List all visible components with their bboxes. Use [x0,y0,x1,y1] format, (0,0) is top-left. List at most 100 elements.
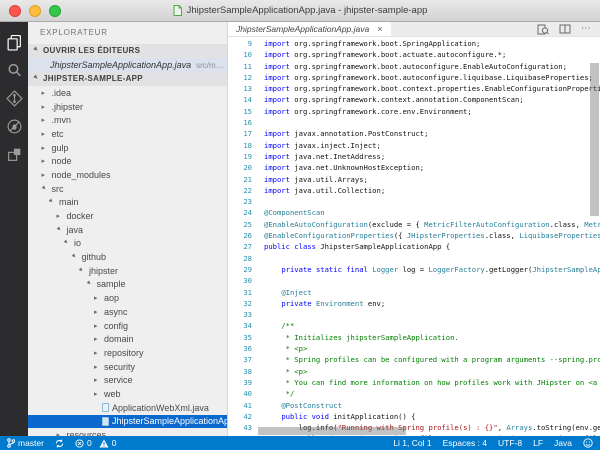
tree-item-label: sample [97,279,126,289]
chevron-collapsed-icon: ▸ [42,144,49,152]
source-control-icon[interactable] [0,84,28,112]
line-number: 33 [232,309,252,320]
tree-item--jhipster[interactable]: ▸.jhipster [28,100,227,114]
eol-indicator[interactable]: LF [533,438,543,448]
tree-item-java[interactable]: ▸java [28,223,227,237]
tree-item-label: src [52,184,64,194]
line-number: 35 [232,332,252,343]
code-line-16: 16 [228,117,600,128]
sidebar-explorer: EXPLORATEUR ▸ OUVRIR LES ÉDITEURS Jhipst… [28,22,228,436]
tree-item--mvn[interactable]: ▸.mvn [28,113,227,127]
tree-item-sample[interactable]: ▸sample [28,278,227,292]
project-section-header[interactable]: ▸ JHIPSTER-SAMPLE-APP [28,72,227,86]
line-number: 23 [232,196,252,207]
tree-item-aop[interactable]: ▸aop [28,291,227,305]
tree-item-async[interactable]: ▸async [28,305,227,319]
code-line-17: 17import javax.annotation.PostConstruct; [228,128,600,139]
code-line-22: 22import java.util.Collection; [228,185,600,196]
tree-item-main[interactable]: ▸main [28,196,227,210]
status-bar: master 0 [0,436,600,450]
tree-item-jhipster[interactable]: ▸jhipster [28,264,227,278]
chevron-expanded-icon: ▸ [47,197,58,208]
line-number: 9 [232,38,252,49]
chevron-collapsed-icon: ▸ [42,171,49,179]
error-icon [75,439,84,448]
tree-item-domain[interactable]: ▸domain [28,332,227,346]
tree-item-label: domain [104,334,134,344]
tree-item-resources[interactable]: ▸resources [28,428,227,436]
close-window-button[interactable] [9,5,21,17]
chevron-expanded-icon: ▸ [70,252,81,263]
problems-indicator[interactable]: 0 0 [75,438,116,448]
tree-item-config[interactable]: ▸config [28,319,227,333]
tree-item-node-modules[interactable]: ▸node_modules [28,168,227,182]
code-line-20: 20import java.net.UnknownHostException; [228,162,600,173]
feedback-smiley-icon[interactable] [583,438,593,448]
line-number: 24 [232,207,252,218]
title-bar: JhipsterSampleApplicationApp.java - jhip… [0,0,600,22]
editor-group: JhipsterSampleApplicationApp.java × [228,22,600,436]
code-line-32: 32 private Environment env; [228,298,600,309]
file-proxy-icon [173,5,182,16]
chevron-collapsed-icon: ▸ [94,376,101,384]
line-number: 20 [232,162,252,173]
tree-item-label: security [104,362,135,372]
tree-item-io[interactable]: ▸io [28,237,227,251]
tree-item-etc[interactable]: ▸etc [28,127,227,141]
tree-item-web[interactable]: ▸web [28,387,227,401]
chevron-collapsed-icon: ▸ [94,322,101,330]
search-icon[interactable] [0,56,28,84]
open-editor-item[interactable]: JhipsterSampleApplicationApp.javasrc/m… [28,58,227,72]
line-number: 36 [232,343,252,354]
tree-item-applicationwebxml-java[interactable]: ApplicationWebXml.java [28,401,227,415]
chevron-expanded-icon: ▸ [55,224,66,235]
horizontal-scrollbar[interactable] [258,427,406,435]
tree-item-node[interactable]: ▸node [28,154,227,168]
code-editor[interactable]: 9import org.springframework.boot.SpringA… [228,37,600,436]
cursor-position-indicator[interactable]: Li 1, Col 1 [393,438,431,448]
tree-item--idea[interactable]: ▸.idea [28,86,227,100]
line-number: 43 [232,422,252,433]
explorer-icon[interactable] [0,28,28,56]
line-number: 10 [232,49,252,60]
tree-item-repository[interactable]: ▸repository [28,346,227,360]
tree-item-src[interactable]: ▸src [28,182,227,196]
chevron-collapsed-icon: ▸ [42,130,49,138]
tree-item-label: web [104,389,121,399]
tree-item-service[interactable]: ▸service [28,373,227,387]
encoding-indicator[interactable]: UTF-8 [498,438,522,448]
language-mode-indicator[interactable]: Java [554,438,572,448]
tree-item-security[interactable]: ▸security [28,360,227,374]
open-preview-icon[interactable] [537,24,549,35]
sync-button[interactable] [55,439,64,448]
tab-close-icon[interactable]: × [377,25,382,34]
warning-icon [99,439,109,448]
file-tree: ▸.idea▸.jhipster▸.mvn▸etc▸gulp▸node▸node… [28,86,227,436]
extensions-icon[interactable] [0,140,28,168]
line-number: 17 [232,128,252,139]
indentation-indicator[interactable]: Espaces : 4 [443,438,487,448]
tree-item-docker[interactable]: ▸docker [28,209,227,223]
line-number: 11 [232,61,252,72]
debug-icon[interactable] [0,112,28,140]
tree-item-label: io [74,238,81,248]
split-editor-icon[interactable] [559,24,571,34]
sidebar-title: EXPLORATEUR [28,22,227,44]
git-branch-indicator[interactable]: master [7,438,44,448]
line-number: 16 [232,117,252,128]
tree-item-gulp[interactable]: ▸gulp [28,141,227,155]
code-line-35: 35 * Initializes jhipsterSampleApplicati… [228,332,600,343]
zoom-window-button[interactable] [49,5,61,17]
tree-item-jhipstersampleapplicationapp-java[interactable]: JhipsterSampleApplicationApp.java [28,415,227,429]
code-line-26: 26@EnableConfigurationProperties({ JHips… [228,230,600,241]
tree-item-label: aop [104,293,119,303]
tree-item-github[interactable]: ▸github [28,250,227,264]
vertical-scrollbar[interactable] [590,63,599,216]
minimize-window-button[interactable] [29,5,41,17]
line-number: 13 [232,83,252,94]
tab-active[interactable]: JhipsterSampleApplicationApp.java × [228,22,391,36]
line-number: 28 [232,253,252,264]
open-editors-header[interactable]: ▸ OUVRIR LES ÉDITEURS [28,44,227,58]
code-line-37: 37 * Spring profiles can be configured w… [228,354,600,365]
more-actions-icon[interactable]: ⋯ [581,24,592,34]
